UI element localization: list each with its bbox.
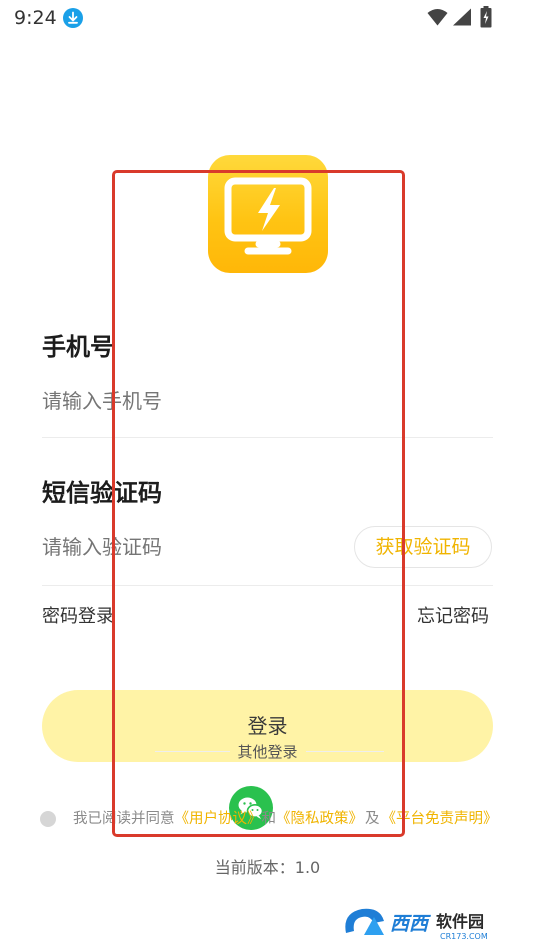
forgot-password-link[interactable]: 忘记密码 — [417, 605, 489, 629]
agreement-radio[interactable] — [40, 811, 56, 827]
svg-text:软件园: 软件园 — [436, 912, 484, 931]
highlight-box — [112, 170, 405, 837]
version-text: 当前版本：1.0 — [214, 858, 321, 877]
signal-icon — [452, 8, 472, 26]
download-icon — [63, 8, 83, 28]
battery-icon — [480, 6, 492, 28]
status-time: 9:24 — [14, 7, 57, 29]
phone-title: 手机号 — [42, 333, 114, 361]
svg-text:CR173.COM: CR173.COM — [440, 932, 488, 941]
svg-text:西西: 西西 — [390, 913, 431, 935]
wifi-icon — [427, 8, 448, 26]
watermark-logo: 西西 软件园 CR173.COM — [340, 903, 518, 943]
password-login-link[interactable]: 密码登录 — [42, 605, 114, 629]
